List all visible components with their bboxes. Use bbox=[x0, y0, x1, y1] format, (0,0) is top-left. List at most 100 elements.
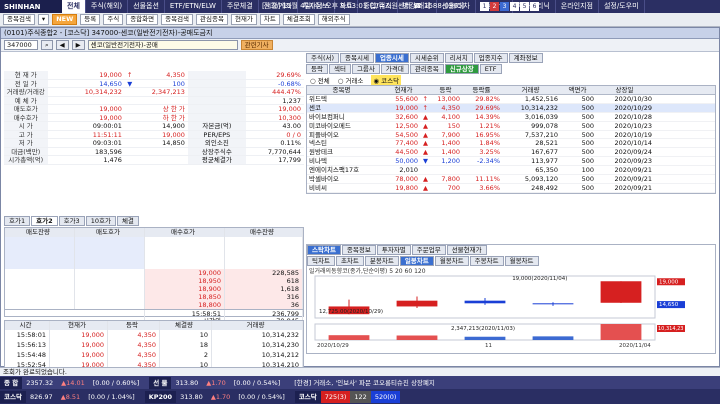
list-item[interactable]: 원방테크 44,500 ▲ 1,400 3.25% 167,677 500 2020/09/2… bbox=[307, 148, 715, 158]
chart-subtab-5[interactable]: 주봉차트 bbox=[469, 256, 504, 266]
right-sub-tab-1[interactable]: 섹터 bbox=[328, 64, 351, 74]
stock-code-input[interactable]: 347000 bbox=[4, 40, 38, 50]
right-top-tab-1[interactable]: 종목시세 bbox=[340, 53, 374, 63]
search-icon[interactable]: ⌕ bbox=[41, 40, 53, 50]
toolbar-item-6[interactable]: 종목검색 bbox=[161, 14, 194, 25]
list-cell: 1.21% bbox=[479, 121, 500, 130]
toolbar-item-11[interactable]: 해외주식 bbox=[317, 14, 350, 25]
list-header-cell: 종목명 bbox=[332, 86, 351, 94]
volume-bar[interactable] bbox=[396, 335, 438, 340]
menu-item-1[interactable]: 주식(해외) bbox=[86, 0, 129, 13]
screen-button-1[interactable]: 1 bbox=[480, 2, 489, 11]
radio-1[interactable]: ○ 거래소 bbox=[338, 75, 364, 85]
menu-item-2[interactable]: 선물옵션 bbox=[128, 0, 165, 13]
chart-tab-3[interactable]: 주문업무 bbox=[411, 245, 446, 255]
toolbar-item-10[interactable]: 체결조회 bbox=[282, 14, 315, 25]
toolbar-item-8[interactable]: 현재가 bbox=[230, 14, 257, 25]
related-news-button[interactable]: 관련기사 bbox=[240, 40, 273, 50]
chart-subtab-1[interactable]: 초차트 bbox=[335, 256, 364, 266]
right-sub-tab-0[interactable]: 등락 bbox=[306, 64, 328, 74]
right-top-tab-2[interactable]: 업종시세 bbox=[374, 53, 409, 63]
menu-item-14[interactable]: 설정/도우미 bbox=[599, 0, 645, 13]
toolbar-item-2[interactable]: NEW bbox=[52, 14, 78, 25]
hoga-footer: 15:58:51 236,799 bbox=[5, 309, 303, 318]
hoga-row[interactable]: 18,900 1,618 bbox=[5, 285, 303, 293]
prev-button[interactable]: ◀ bbox=[55, 40, 69, 50]
chart-subtab-3[interactable]: 일봉차트 bbox=[399, 256, 434, 266]
radio-0[interactable]: ○ 전체 bbox=[310, 75, 330, 85]
chart-subtab-6[interactable]: 월봉차트 bbox=[504, 256, 539, 266]
candle-body[interactable] bbox=[600, 281, 642, 303]
candle-chart[interactable]: 일거래의동향코(종가,단순이평) 5 20 60 120 19,000(2020/… bbox=[307, 266, 715, 352]
menu-item-0[interactable]: 전체 bbox=[62, 0, 86, 13]
volume-bar[interactable] bbox=[600, 324, 642, 340]
hoga-tab-2[interactable]: 호가3 bbox=[58, 216, 85, 226]
list-item[interactable]: 센코 19,000 ↑ 4,350 29.69% 10,314,232 500 2020/10… bbox=[307, 103, 715, 113]
list-item[interactable]: 비나텍 50,000 ▼ 1,200 -2.34% 113,977 500 2020/09/2… bbox=[307, 157, 715, 167]
volume-bar[interactable] bbox=[328, 335, 370, 340]
chart-tab-2[interactable]: 투자자별 bbox=[376, 245, 411, 255]
right-sub-tab-4[interactable]: 관리종목 bbox=[409, 64, 444, 74]
hoga-tab-3[interactable]: 10호가 bbox=[85, 216, 116, 226]
right-top-tab-0[interactable]: 주식(서) bbox=[306, 53, 340, 63]
screen-button-6[interactable]: 6 bbox=[530, 2, 539, 11]
hoga-row[interactable]: 18,800 36 bbox=[5, 301, 303, 309]
chart-subtab-2[interactable]: 분봉차트 bbox=[364, 256, 399, 266]
right-sub-tab-6[interactable]: ETF bbox=[479, 64, 502, 74]
chart-tab-1[interactable]: 종목정보 bbox=[341, 245, 376, 255]
list-item[interactable]: 넥스틴 77,400 ▲ 1,400 1.84% 28,521 500 2020/10/14 bbox=[307, 139, 715, 149]
list-header-cell: 액면가 bbox=[568, 86, 587, 94]
toolbar-item-7[interactable]: 관심종목 bbox=[196, 14, 228, 25]
volume-bar[interactable] bbox=[532, 336, 574, 340]
chart-subtab-0[interactable]: 틱차트 bbox=[307, 256, 335, 266]
toolbar-item-5[interactable]: 종합화면 bbox=[126, 14, 159, 25]
chart-tab-0[interactable]: 스탁차트 bbox=[307, 245, 341, 255]
list-header-cell: 현재가 bbox=[394, 86, 413, 94]
screen-button-2[interactable]: 2 bbox=[490, 2, 499, 11]
ticker-group: 코스닥 826.97 ▲8.51 [0.00 / 1.04%] bbox=[0, 390, 139, 403]
chart-tab-4[interactable]: 선물현재가 bbox=[446, 245, 487, 255]
hoga-row[interactable]: 19,000 228,585 bbox=[5, 269, 303, 277]
next-button[interactable]: ▶ bbox=[71, 40, 85, 50]
right-top-tab-3[interactable]: 시세순위 bbox=[409, 53, 444, 63]
volume-bar[interactable] bbox=[464, 336, 506, 340]
list-cell: 3.25% bbox=[479, 148, 500, 157]
toolbar-item-4[interactable]: 주식 bbox=[103, 14, 124, 25]
right-sub-tab-5[interactable]: 신규상장 bbox=[444, 64, 479, 74]
hoga-tab-0[interactable]: 호가1 bbox=[4, 216, 31, 226]
list-item[interactable]: 피플바이오 54,500 ▲ 7,900 16.95% 7,537,210 500 2020/… bbox=[307, 131, 715, 140]
candle-body[interactable] bbox=[464, 300, 506, 304]
screen-button-5[interactable]: 5 bbox=[520, 2, 529, 11]
hoga-row[interactable]: 18,850 316 bbox=[5, 293, 303, 301]
hoga-row[interactable]: 18,950 618 bbox=[5, 277, 303, 285]
tick-header-cell: 거래량 bbox=[212, 321, 303, 330]
quote-label2: PER/EPS bbox=[187, 130, 246, 138]
candle-body[interactable] bbox=[396, 300, 438, 307]
right-top-tab-4[interactable]: 리서치 bbox=[444, 53, 473, 63]
screen-button-3[interactable]: 3 bbox=[500, 2, 509, 11]
chart-subtab-4[interactable]: 월봉차트 bbox=[434, 256, 469, 266]
toolbar-item-1[interactable]: ▾ bbox=[37, 14, 50, 25]
toolbar-item-0[interactable]: 종목검색 bbox=[3, 14, 35, 25]
right-top-tab-6[interactable]: 계좌정보 bbox=[508, 53, 543, 63]
candle-body[interactable] bbox=[532, 303, 574, 305]
radio-2[interactable]: ◉ 코스닥 bbox=[371, 74, 402, 85]
right-sub-tab-2[interactable]: 그룹사 bbox=[351, 64, 380, 74]
toolbar-item-9[interactable]: 차트 bbox=[259, 14, 280, 25]
list-item[interactable]: 위드텍 55,600 ↑ 13,000 29.82% 1,452,516 500 2020/1… bbox=[307, 95, 715, 104]
hoga-tab-4[interactable]: 체결 bbox=[116, 216, 139, 226]
list-item[interactable]: 박셀바이오 78,000 ▲ 7,800 11.11% 5,093,120 500 2020/… bbox=[307, 175, 715, 184]
hoga-empty-row bbox=[5, 237, 303, 245]
menu-item-3[interactable]: ETF/ETN/ELW bbox=[165, 0, 222, 13]
list-item[interactable]: 비비씨 19,800 ▲ 700 3.66% 248,492 500 2020/09/21 bbox=[307, 184, 715, 193]
right-sub-tab-3[interactable]: 가격대 bbox=[380, 64, 409, 74]
menu-item-4[interactable]: 주문체결 bbox=[222, 0, 259, 13]
list-item[interactable]: 엔에이치스팩17호 2,010 65,350 100 2020/09/21 bbox=[307, 166, 715, 176]
screen-button-4[interactable]: 4 bbox=[510, 2, 519, 11]
list-item[interactable]: 미코바이오메드 12,500 ▲ 150 1.21% 999,078 500 2020/10/… bbox=[307, 122, 715, 131]
toolbar-item-3[interactable]: 등록 bbox=[80, 14, 101, 25]
list-item[interactable]: 바이브컴퍼니 32,600 ▲ 4,100 14.39% 3,016,039 500 2020… bbox=[307, 113, 715, 122]
hoga-tab-1[interactable]: 호가2 bbox=[31, 216, 58, 226]
right-top-tab-5[interactable]: 업종지수 bbox=[473, 53, 508, 63]
menu-item-13[interactable]: 온라인지점 bbox=[556, 0, 599, 13]
